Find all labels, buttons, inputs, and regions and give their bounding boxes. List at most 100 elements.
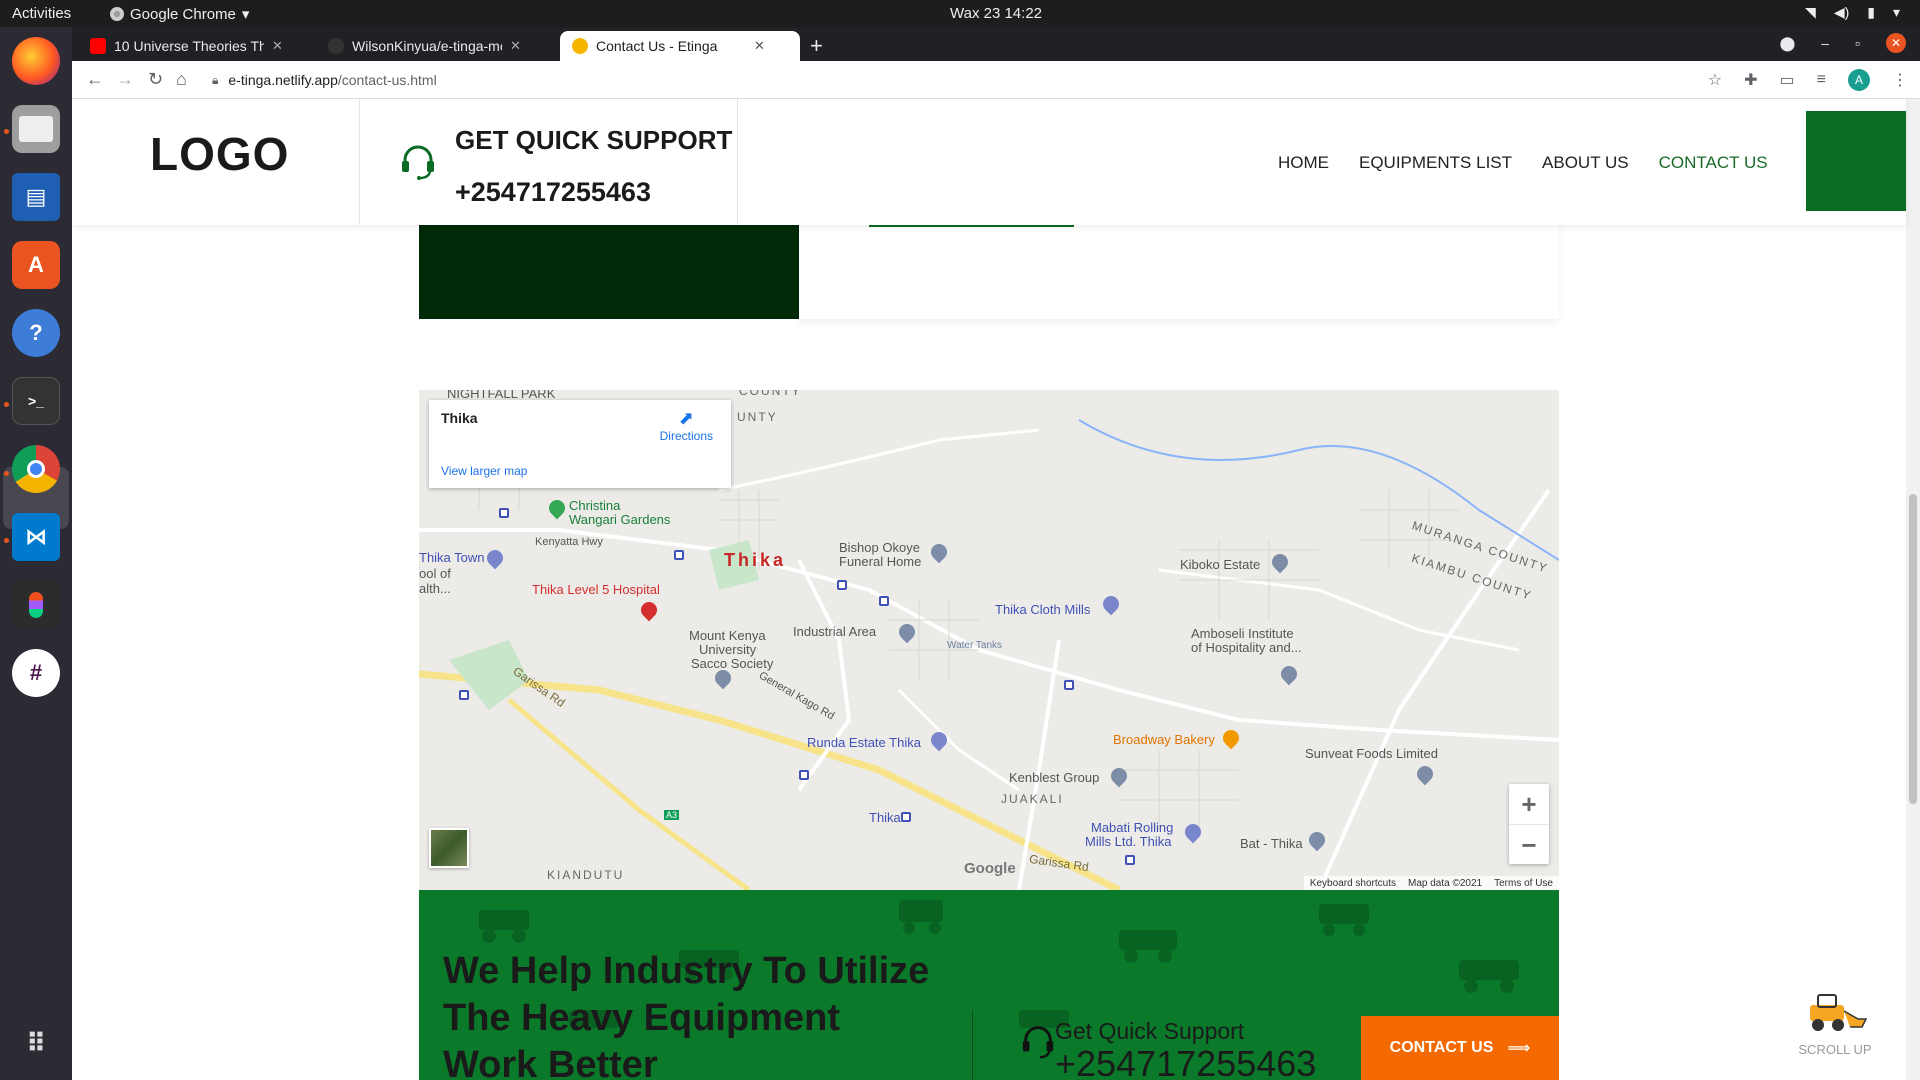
close-tab-icon[interactable]: ✕ xyxy=(510,38,521,54)
help-icon[interactable]: ? xyxy=(12,309,60,357)
header-divider xyxy=(359,99,360,225)
close-tab-icon[interactable]: ✕ xyxy=(754,38,765,54)
page-scrollbar[interactable] xyxy=(1906,99,1920,1080)
map-footer: Keyboard shortcuts Map data ©2021 Terms … xyxy=(1303,876,1559,890)
place-name: Thika xyxy=(441,410,478,426)
site-logo[interactable]: LOGO xyxy=(150,127,289,181)
cta-support-label: Get Quick Support xyxy=(1055,1018,1245,1044)
cta-banner: We Help Industry To Utilize The Heavy Eq… xyxy=(419,890,1559,1080)
road-shield: A3 xyxy=(664,810,680,820)
terminal-icon[interactable]: >_ xyxy=(12,377,60,425)
bus-stop-icon[interactable] xyxy=(901,812,911,822)
tab-title: WilsonKinyua/e-tinga-mo xyxy=(352,38,502,54)
dock: ▤ A ? >_ ⋈ # ⠿ xyxy=(0,27,72,1080)
bus-stop-icon[interactable] xyxy=(674,550,684,560)
maximize-icon[interactable]: ▫ xyxy=(1855,35,1860,51)
close-window-icon[interactable]: ✕ xyxy=(1886,33,1906,53)
app-menu[interactable]: Google Chrome ▾ xyxy=(110,5,249,23)
bus-stop-icon[interactable] xyxy=(837,580,847,590)
vscode-icon[interactable]: ⋈ xyxy=(12,513,60,561)
contact-us-button[interactable]: CONTACT US ⟹ xyxy=(1361,1016,1559,1080)
nav-contact-us[interactable]: CONTACT US xyxy=(1659,153,1768,173)
nav-equipments-list[interactable]: EQUIPMENTS LIST xyxy=(1359,153,1512,173)
map-label: UNTY xyxy=(737,410,778,424)
keyboard-shortcuts-link[interactable]: Keyboard shortcuts xyxy=(1310,878,1396,889)
writer-icon[interactable]: ▤ xyxy=(12,173,60,221)
headset-icon xyxy=(402,145,434,180)
wifi-icon: ◥ xyxy=(1805,4,1816,20)
scroll-up-label: SCROLL UP xyxy=(1798,1042,1872,1057)
map-label: Runda Estate Thika xyxy=(807,735,921,750)
scroll-up-button[interactable]: SCROLL UP xyxy=(1790,991,1880,1057)
google-map[interactable]: Thika ⬈ Directions View larger map NIGHTF… xyxy=(419,390,1559,890)
menu-icon[interactable]: ⋮ xyxy=(1892,70,1908,90)
extensions-icon[interactable]: ✚ xyxy=(1744,70,1757,90)
home-icon[interactable]: ⌂ xyxy=(176,69,187,90)
google-logo[interactable]: Google xyxy=(964,860,1016,877)
close-tab-icon[interactable]: ✕ xyxy=(272,38,283,54)
cta-phone[interactable]: +254717255463 xyxy=(1055,1043,1316,1080)
show-apps-icon[interactable]: ⠿ xyxy=(12,1019,60,1067)
bus-stop-icon[interactable] xyxy=(799,770,809,780)
cast-icon[interactable]: ▭ xyxy=(1780,70,1795,90)
map-label: Mabati Rolling xyxy=(1091,820,1174,835)
chrome-app-icon xyxy=(110,7,124,21)
activities-button[interactable]: Activities xyxy=(12,5,71,22)
minimize-icon[interactable]: – xyxy=(1821,35,1829,51)
youtube-icon xyxy=(90,38,106,54)
cta-divider xyxy=(972,1010,973,1080)
clock[interactable]: Wax 23 14:22 xyxy=(950,5,1042,22)
cta-heading: We Help Industry To Utilize The Heavy Eq… xyxy=(443,950,930,1080)
satellite-toggle[interactable] xyxy=(429,828,469,868)
lock-icon[interactable]: 🔒︎ xyxy=(212,73,218,88)
battery-icon: ▮ xyxy=(1867,4,1875,20)
tab-search-icon[interactable]: ⬤ xyxy=(1780,35,1796,52)
github-icon xyxy=(328,38,344,54)
map-label: Funeral Home xyxy=(839,554,922,569)
directions-button[interactable]: ⬈ Directions xyxy=(660,408,713,443)
figma-icon[interactable] xyxy=(12,581,60,629)
zoom-out-button[interactable]: − xyxy=(1509,825,1549,865)
profile-avatar[interactable]: A xyxy=(1848,69,1870,91)
system-tray[interactable]: ◥ ◀) ▮ ▾ xyxy=(1805,4,1900,21)
back-icon[interactable]: ← xyxy=(86,69,104,90)
bus-stop-icon[interactable] xyxy=(879,596,889,606)
directions-label: Directions xyxy=(659,429,713,443)
media-icon[interactable]: ≡ xyxy=(1817,71,1826,89)
bus-stop-icon[interactable] xyxy=(499,508,509,518)
map-label: Industrial Area xyxy=(793,624,877,639)
chrome-window: 10 Universe Theories That ✕ WilsonKinyua… xyxy=(72,27,1920,1080)
view-larger-map-link[interactable]: View larger map xyxy=(441,464,527,478)
support-phone[interactable]: +254717255463 xyxy=(455,177,651,208)
bus-stop-icon[interactable] xyxy=(1064,680,1074,690)
running-indicator xyxy=(4,471,9,476)
tab-title: Contact Us - Etinga xyxy=(596,38,718,54)
map-label: University xyxy=(699,642,757,657)
nav-about-us[interactable]: ABOUT US xyxy=(1542,153,1629,173)
arrow-right-icon: ⟹ xyxy=(1507,1040,1531,1057)
zoom-in-button[interactable]: + xyxy=(1509,784,1549,824)
tab-youtube[interactable]: 10 Universe Theories That ✕ xyxy=(78,31,312,61)
slack-icon[interactable]: # xyxy=(12,649,60,697)
caret-down-icon: ▾ xyxy=(241,6,250,23)
header-cta-block[interactable] xyxy=(1806,111,1906,211)
files-icon[interactable] xyxy=(12,105,60,153)
tab-github[interactable]: WilsonKinyua/e-tinga-mo ✕ xyxy=(316,31,550,61)
chrome-icon[interactable] xyxy=(12,445,60,493)
bus-stop-icon[interactable] xyxy=(459,690,469,700)
scrollbar-thumb[interactable] xyxy=(1909,494,1917,804)
terms-link[interactable]: Terms of Use xyxy=(1494,878,1553,889)
new-tab-icon[interactable]: + xyxy=(810,33,823,59)
map-label: Sunveat Foods Limited xyxy=(1305,746,1438,761)
map-label: Thika Cloth Mills xyxy=(995,602,1091,617)
reload-icon[interactable]: ↻ xyxy=(148,69,163,90)
map-label: Thika xyxy=(869,810,901,825)
software-center-icon[interactable]: A xyxy=(12,241,60,289)
bus-stop-icon[interactable] xyxy=(1125,855,1135,865)
nav-home[interactable]: HOME xyxy=(1278,153,1329,173)
firefox-icon[interactable] xyxy=(12,37,60,85)
tab-contact-us[interactable]: Contact Us - Etinga ✕ xyxy=(560,31,800,61)
forward-icon[interactable]: → xyxy=(116,69,134,90)
bookmark-star-icon[interactable]: ☆ xyxy=(1708,70,1722,90)
address-bar[interactable]: 🔒︎ e-tinga.netlify.app/contact-us.html xyxy=(212,65,1742,95)
